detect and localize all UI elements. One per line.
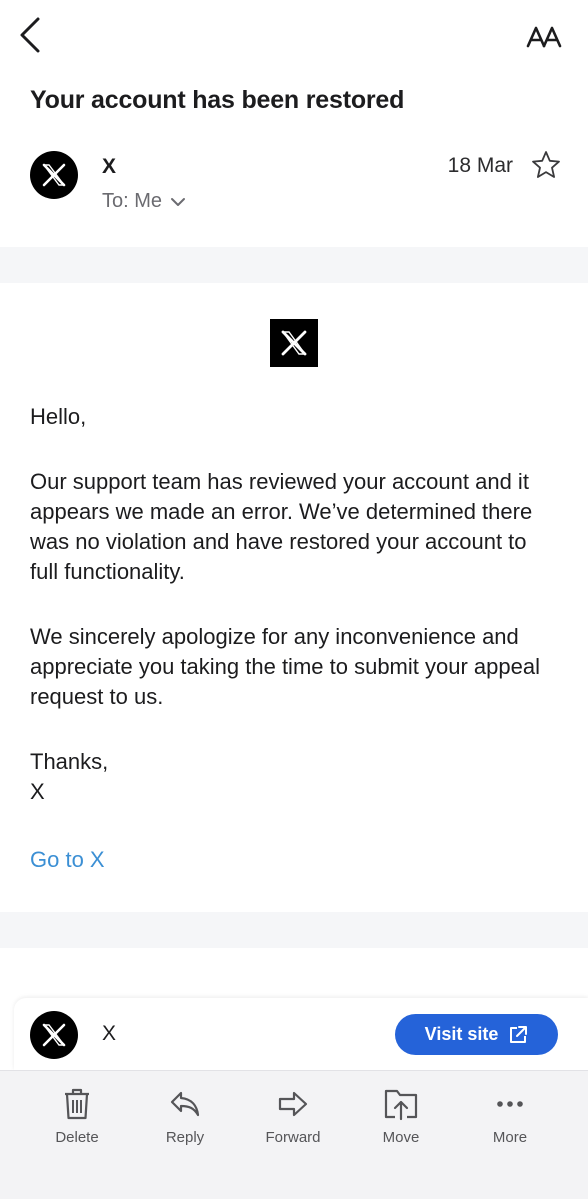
bottom-toolbar: Delete Reply Forward Move More bbox=[0, 1070, 588, 1199]
move-label: Move bbox=[382, 1129, 420, 1146]
folder-move-icon bbox=[384, 1089, 418, 1121]
text-size-icon bbox=[526, 26, 562, 48]
divider-band bbox=[0, 912, 588, 948]
email-body: Hello, Our support team has reviewed you… bbox=[30, 402, 560, 807]
sender-card: X Visit site bbox=[14, 998, 588, 1070]
visit-site-label: Visit site bbox=[424, 1024, 499, 1044]
body-paragraph: Our support team has reviewed your accou… bbox=[30, 469, 533, 584]
sender-avatar[interactable] bbox=[30, 151, 78, 199]
x-logo-icon bbox=[42, 1023, 66, 1047]
move-button[interactable]: Move bbox=[351, 1087, 451, 1146]
star-button[interactable] bbox=[530, 149, 562, 181]
body-signoff: Thanks, bbox=[30, 749, 109, 774]
body-paragraph: We sincerely apologize for any inconveni… bbox=[30, 624, 540, 709]
sender-name[interactable]: X bbox=[102, 155, 116, 179]
delete-button[interactable]: Delete bbox=[27, 1087, 127, 1146]
forward-label: Forward bbox=[265, 1129, 321, 1146]
card-sender-name: X bbox=[102, 1022, 117, 1045]
delete-label: Delete bbox=[55, 1129, 99, 1146]
email-subject: Your account has been restored bbox=[30, 86, 405, 114]
go-to-x-link[interactable]: Go to X bbox=[30, 847, 105, 873]
chevron-down-icon bbox=[171, 197, 186, 206]
reply-icon bbox=[170, 1091, 200, 1117]
chevron-left-icon bbox=[20, 17, 40, 53]
back-button[interactable] bbox=[14, 14, 50, 58]
trash-icon bbox=[65, 1088, 89, 1120]
x-logo-icon bbox=[281, 330, 307, 356]
star-icon bbox=[532, 151, 560, 178]
forward-icon bbox=[278, 1091, 308, 1117]
divider-band bbox=[0, 247, 588, 283]
recipient-toggle[interactable]: To: Me bbox=[102, 190, 186, 213]
sender-avatar[interactable] bbox=[30, 1011, 78, 1059]
x-logo bbox=[270, 319, 318, 367]
top-bar bbox=[0, 0, 588, 70]
x-logo-icon bbox=[42, 163, 66, 187]
body-greeting: Hello, bbox=[30, 404, 87, 429]
reply-button[interactable]: Reply bbox=[135, 1087, 235, 1146]
body-signature: X bbox=[30, 779, 45, 804]
visit-site-button[interactable]: Visit site bbox=[395, 1014, 558, 1055]
more-button[interactable]: More bbox=[460, 1087, 560, 1146]
reply-label: Reply bbox=[165, 1129, 205, 1146]
forward-button[interactable]: Forward bbox=[243, 1087, 343, 1146]
email-date: 18 Mar bbox=[447, 154, 513, 177]
external-link-icon bbox=[510, 1025, 528, 1043]
more-dots-icon bbox=[497, 1101, 523, 1107]
text-size-button[interactable] bbox=[526, 20, 566, 52]
recipient-label: To: Me bbox=[102, 190, 163, 212]
more-label: More bbox=[492, 1129, 528, 1146]
